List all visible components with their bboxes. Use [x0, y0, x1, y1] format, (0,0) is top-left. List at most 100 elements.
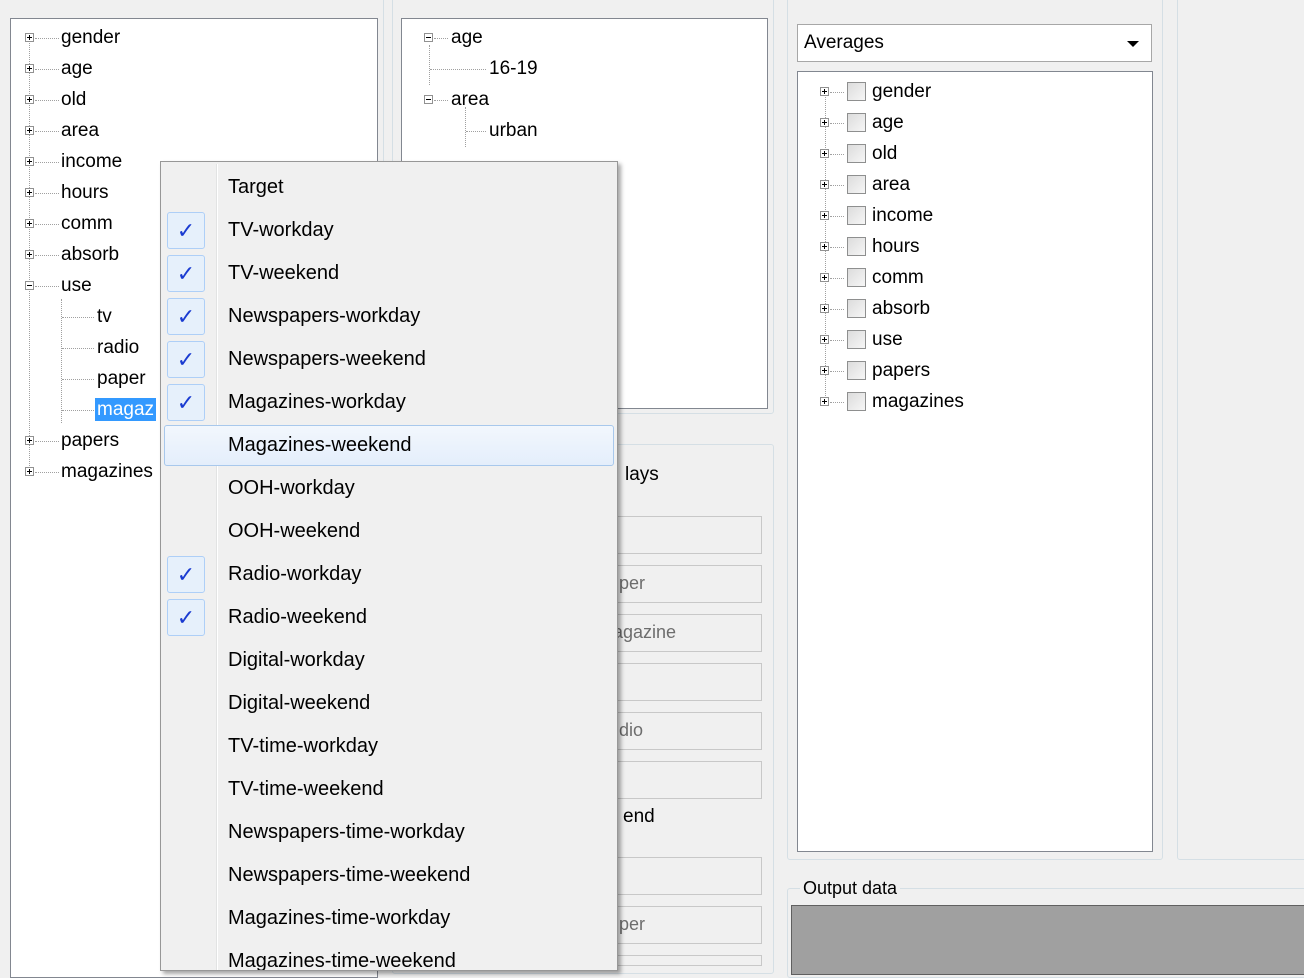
menu-item-tv-workday[interactable]: ✓ TV-workday	[164, 210, 614, 251]
tree-node-label: papers	[872, 360, 931, 381]
selection-node-area[interactable]: area	[402, 84, 702, 115]
workday-heading: lays	[625, 464, 659, 485]
chevron-down-icon[interactable]	[1127, 41, 1139, 47]
output-node-use[interactable]: use	[798, 324, 1138, 355]
menu-item-newspapers-workday[interactable]: ✓ Newspapers-workday	[164, 296, 614, 337]
plus-box-icon[interactable]	[820, 211, 829, 220]
menu-item-tv-time-workday[interactable]: TV-time-workday	[164, 726, 614, 767]
menu-item-label: Radio-weekend	[228, 606, 367, 628]
menu-item-magazines-time-workday[interactable]: Magazines-time-workday	[164, 898, 614, 939]
checkmark-icon: ✓	[167, 341, 205, 378]
tree-node-label: comm	[872, 267, 924, 288]
checkmark-icon: ✓	[167, 255, 205, 292]
output-node-hours[interactable]: hours	[798, 231, 1138, 262]
menu-item-label: Newspapers-workday	[228, 305, 421, 327]
menu-item-magazines-weekend[interactable]: Magazines-weekend	[164, 425, 614, 466]
output-node-absorb[interactable]: absorb	[798, 293, 1138, 324]
plus-box-icon[interactable]	[820, 87, 829, 96]
menu-item-tv-time-weekend[interactable]: TV-time-weekend	[164, 769, 614, 810]
menu-item-tv-weekend[interactable]: ✓ TV-weekend	[164, 253, 614, 294]
tree-node-area[interactable]: area	[11, 115, 351, 146]
output-node-comm[interactable]: comm	[798, 262, 1138, 293]
menu-item-label: TV-time-weekend	[228, 778, 384, 800]
checkbox[interactable]	[847, 268, 866, 287]
output-node-gender[interactable]: gender	[798, 76, 1138, 107]
plus-box-icon[interactable]	[25, 157, 34, 166]
statistic-type-dropdown[interactable]: Averages	[797, 24, 1152, 62]
checkbox[interactable]	[847, 175, 866, 194]
tree-node-label: area	[61, 120, 100, 141]
plus-box-icon[interactable]	[820, 242, 829, 251]
plus-box-icon[interactable]	[25, 64, 34, 73]
output-node-age[interactable]: age	[798, 107, 1138, 138]
output-node-income[interactable]: income	[798, 200, 1138, 231]
plus-box-icon[interactable]	[25, 126, 34, 135]
tree-node-gender[interactable]: gender	[11, 22, 351, 53]
dropdown-value: Averages	[804, 32, 884, 53]
tree-node-label: paper	[97, 368, 146, 389]
checkbox[interactable]	[847, 82, 866, 101]
menu-item-radio-workday[interactable]: ✓ Radio-workday	[164, 554, 614, 595]
checkbox[interactable]	[847, 361, 866, 380]
selection-node-area-urban[interactable]: urban	[402, 115, 702, 146]
minus-box-icon[interactable]	[424, 33, 433, 42]
checkbox[interactable]	[847, 237, 866, 256]
output-node-papers[interactable]: papers	[798, 355, 1138, 386]
plus-box-icon[interactable]	[820, 149, 829, 158]
menu-item-newspapers-time-weekend[interactable]: Newspapers-time-weekend	[164, 855, 614, 896]
menu-item-magazines-time-weekend[interactable]: Magazines-time-weekend	[164, 941, 614, 970]
menu-item-magazines-workday[interactable]: ✓ Magazines-workday	[164, 382, 614, 423]
plus-box-icon[interactable]	[25, 250, 34, 259]
menu-item-label: OOH-weekend	[228, 520, 361, 542]
menu-item-label: Radio-workday	[228, 563, 362, 585]
output-data-area[interactable]	[791, 905, 1304, 975]
menu-item-target[interactable]: Target	[164, 167, 614, 208]
plus-box-icon[interactable]	[820, 335, 829, 344]
tree-node-label: old	[872, 143, 898, 164]
plus-box-icon[interactable]	[820, 397, 829, 406]
menu-item-ooh-weekend[interactable]: OOH-weekend	[164, 511, 614, 552]
menu-item-radio-weekend[interactable]: ✓ Radio-weekend	[164, 597, 614, 638]
checkmark-icon: ✓	[167, 212, 205, 249]
output-node-magazines[interactable]: magazines	[798, 386, 1138, 417]
checkbox[interactable]	[847, 392, 866, 411]
plus-box-icon[interactable]	[820, 118, 829, 127]
plus-box-icon[interactable]	[25, 436, 34, 445]
plus-box-icon[interactable]	[820, 180, 829, 189]
tree-node-label: area	[451, 89, 490, 110]
tree-node-label: hours	[61, 182, 109, 203]
minus-box-icon[interactable]	[25, 281, 34, 290]
checkbox[interactable]	[847, 206, 866, 225]
plus-box-icon[interactable]	[25, 95, 34, 104]
menu-item-digital-workday[interactable]: Digital-workday	[164, 640, 614, 681]
plus-box-icon[interactable]	[25, 188, 34, 197]
plus-box-icon[interactable]	[820, 273, 829, 282]
menu-item-label: Magazines-weekend	[228, 434, 412, 456]
output-variables-tree[interactable]: gender age old area income hours comm ab…	[797, 71, 1153, 852]
plus-box-icon[interactable]	[820, 366, 829, 375]
plus-box-icon[interactable]	[25, 33, 34, 42]
checkbox[interactable]	[847, 113, 866, 132]
menu-item-newspapers-time-workday[interactable]: Newspapers-time-workday	[164, 812, 614, 853]
plus-box-icon[interactable]	[25, 219, 34, 228]
minus-box-icon[interactable]	[424, 95, 433, 104]
menu-item-digital-weekend[interactable]: Digital-weekend	[164, 683, 614, 724]
selection-node-age[interactable]: age	[402, 22, 702, 53]
tree-node-age[interactable]: age	[11, 53, 351, 84]
output-node-old[interactable]: old	[798, 138, 1138, 169]
tree-node-label: age	[872, 112, 904, 133]
plus-box-icon[interactable]	[820, 304, 829, 313]
plus-box-icon[interactable]	[25, 467, 34, 476]
tree-node-label: tv	[97, 306, 112, 327]
tree-node-label: magazines	[872, 391, 964, 412]
checkbox[interactable]	[847, 299, 866, 318]
checkbox[interactable]	[847, 330, 866, 349]
menu-item-ooh-workday[interactable]: OOH-workday	[164, 468, 614, 509]
selection-node-age-16-19[interactable]: 16-19	[402, 53, 702, 84]
checkbox[interactable]	[847, 144, 866, 163]
output-node-area[interactable]: area	[798, 169, 1138, 200]
menu-item-newspapers-weekend[interactable]: ✓ Newspapers-weekend	[164, 339, 614, 380]
menu-item-label: Target	[228, 176, 284, 198]
tree-node-label: absorb	[61, 244, 120, 265]
tree-node-old[interactable]: old	[11, 84, 351, 115]
